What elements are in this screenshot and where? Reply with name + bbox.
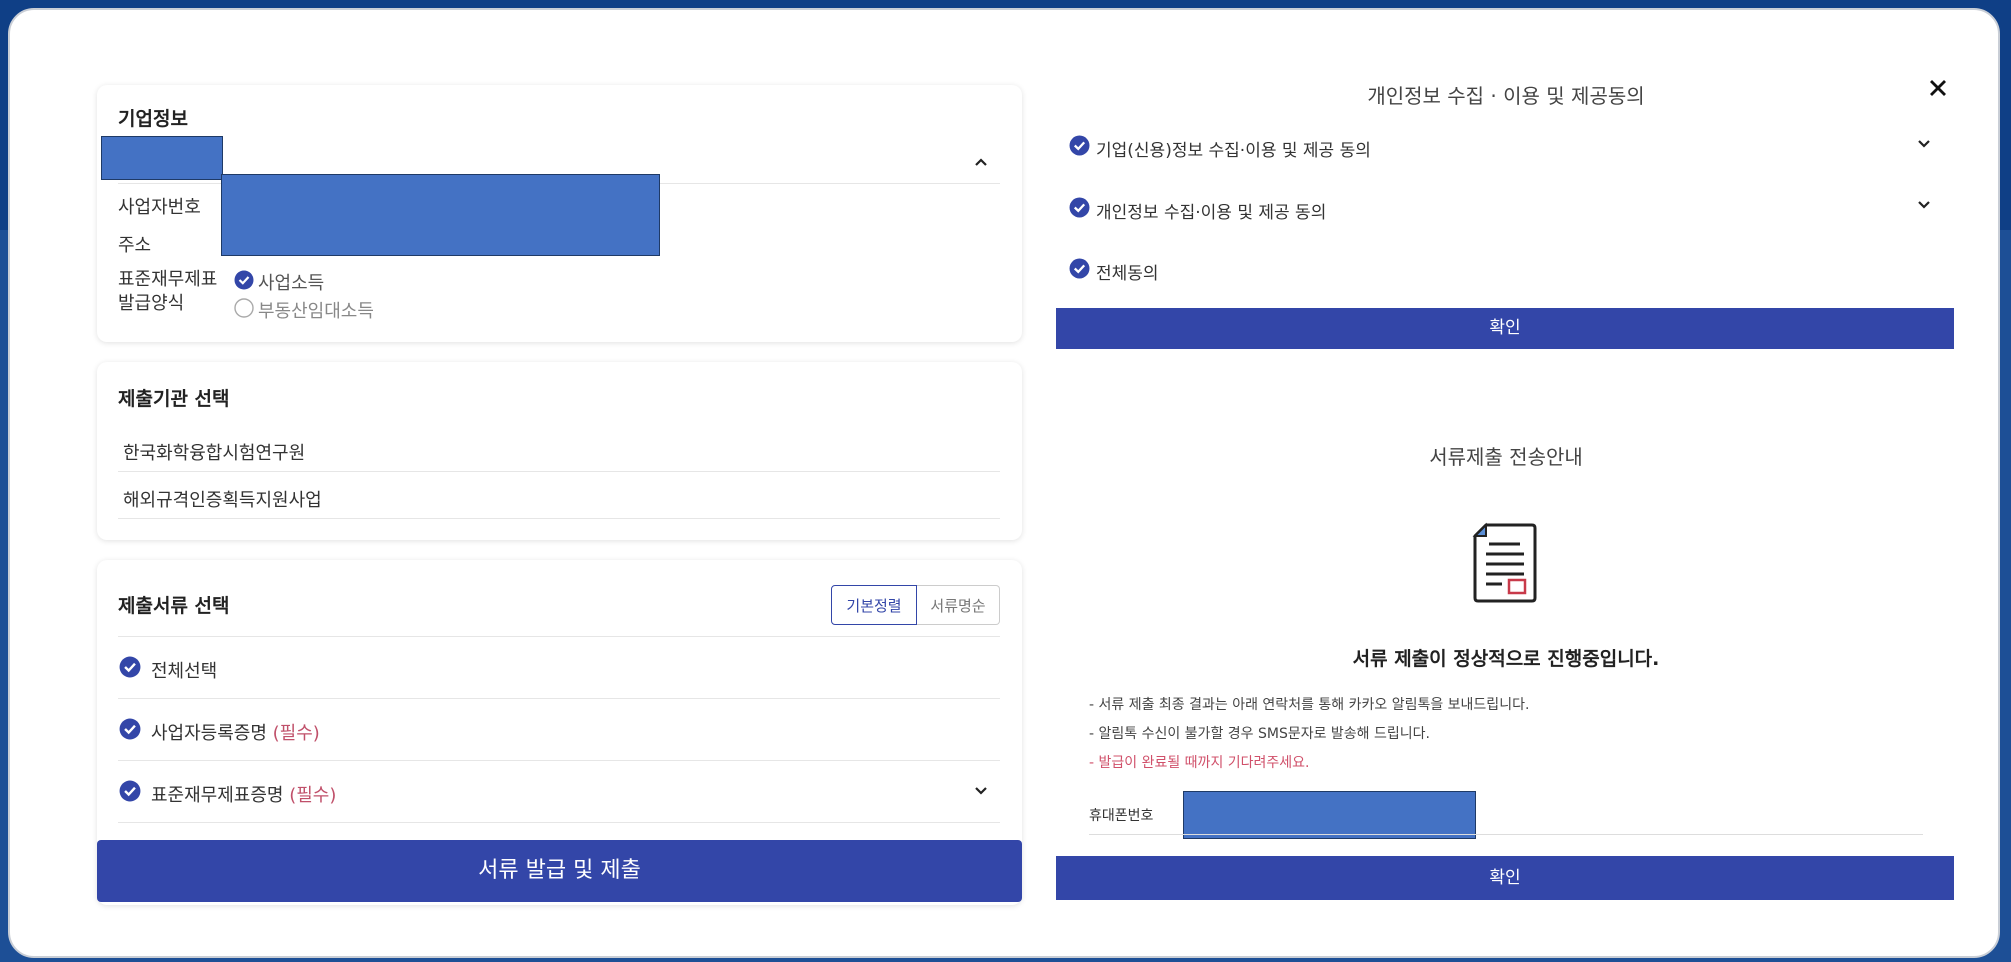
chevron-down-icon[interactable]	[1918, 201, 1930, 211]
divider	[1089, 834, 1923, 835]
divider	[118, 760, 1000, 761]
check-circle-icon	[119, 718, 141, 745]
radio-unchecked-icon	[234, 297, 254, 323]
transmission-confirm-button[interactable]: 확인	[1056, 856, 1954, 900]
consent-item-personal-info[interactable]: 개인정보 수집·이용 및 제공 동의	[1069, 197, 1326, 223]
issue-format-label-line1: 표준재무제표	[118, 269, 218, 290]
document-item-financial-statement[interactable]: 표준재무제표증명 (필수)	[119, 780, 336, 807]
consent-item-label: 개인정보 수집·이용 및 제공 동의	[1096, 202, 1327, 223]
chevron-down-icon[interactable]	[975, 787, 987, 797]
radio-real-estate-income[interactable]: 부동산임대소득	[234, 297, 374, 323]
consent-item-label: 기업(신용)정보 수집·이용 및 제공 동의	[1096, 140, 1371, 161]
address-label: 주소	[118, 235, 152, 256]
radio-business-income-label: 사업소득	[258, 273, 325, 294]
issue-and-submit-button[interactable]: 서류 발급 및 제출	[97, 840, 1022, 902]
agree-all-checkbox[interactable]: 전체동의	[1069, 258, 1159, 284]
sort-by-name-button[interactable]: 서류명순	[917, 585, 1000, 625]
agree-all-label: 전체동의	[1096, 263, 1159, 284]
close-icon[interactable]	[1928, 78, 1948, 98]
redacted-company-name	[101, 136, 223, 180]
transmission-title: 서류제출 전송안내	[1429, 445, 1583, 469]
institution-item[interactable]: 해외규격인증획득지원사업	[123, 486, 322, 512]
consent-confirm-button[interactable]: 확인	[1056, 308, 1954, 349]
institution-item[interactable]: 한국화학융합시험연구원	[123, 439, 305, 465]
radio-real-estate-income-label: 부동산임대소득	[258, 301, 374, 322]
check-circle-icon	[1069, 135, 1090, 161]
institution-title: 제출기관 선택	[118, 388, 230, 410]
divider	[118, 471, 1000, 472]
check-circle-icon	[1069, 197, 1090, 223]
required-tag: (필수)	[289, 784, 337, 806]
document-icon	[1472, 522, 1538, 604]
documents-title: 제출서류 선택	[118, 595, 230, 617]
radio-business-income[interactable]: 사업소득	[234, 269, 324, 295]
chevron-up-icon[interactable]	[975, 158, 987, 168]
issue-format-label: 표준재무제표 발급양식	[118, 268, 217, 316]
transmission-note-3: - 발급이 완료될 때까지 기다려주세요.	[1089, 755, 1310, 771]
divider	[118, 698, 1000, 699]
document-item-business-registration[interactable]: 사업자등록증명 (필수)	[119, 718, 320, 745]
divider	[118, 518, 1000, 519]
check-circle-icon	[119, 780, 141, 807]
company-info-title: 기업정보	[118, 108, 188, 130]
redacted-phone-number	[1183, 791, 1476, 839]
transmission-note-1: - 서류 제출 최종 결과는 아래 연락처를 통해 카카오 알림톡을 보내드립니…	[1089, 697, 1530, 713]
divider	[118, 636, 1000, 637]
document-item-label: 사업자등록증명	[151, 722, 267, 744]
phone-label: 휴대폰번호	[1089, 808, 1154, 824]
check-circle-icon	[1069, 258, 1090, 284]
redacted-business-details	[221, 174, 660, 256]
document-item-label: 표준재무제표증명	[151, 784, 284, 806]
select-all-label: 전체선택	[151, 660, 218, 682]
consent-modal-title: 개인정보 수집 · 이용 및 제공동의	[1367, 84, 1645, 108]
divider	[118, 822, 1000, 823]
select-all-checkbox[interactable]: 전체선택	[119, 656, 217, 683]
required-tag: (필수)	[272, 722, 320, 744]
issue-format-label-line2: 발급양식	[118, 293, 185, 314]
business-number-label: 사업자번호	[118, 197, 201, 218]
chevron-down-icon[interactable]	[1918, 140, 1930, 150]
transmission-note-2: - 알림톡 수신이 불가할 경우 SMS문자로 발송해 드립니다.	[1089, 726, 1430, 742]
consent-item-corporate-info[interactable]: 기업(신용)정보 수집·이용 및 제공 동의	[1069, 135, 1371, 161]
transmission-status: 서류 제출이 정상적으로 진행중입니다.	[1352, 648, 1660, 670]
sort-default-button[interactable]: 기본정렬	[831, 585, 917, 625]
check-circle-icon	[119, 656, 141, 683]
radio-checked-icon	[234, 270, 254, 295]
